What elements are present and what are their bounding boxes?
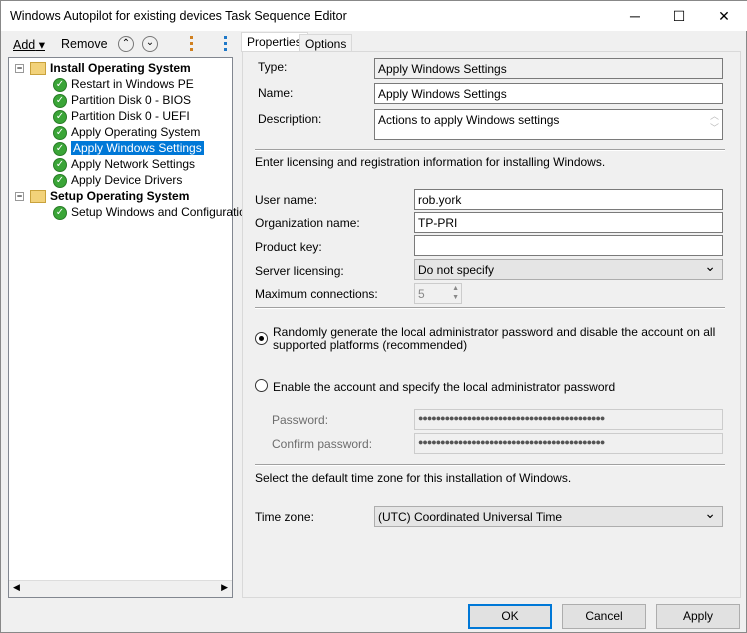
random-password-radio[interactable] <box>255 332 268 345</box>
add-label: Add <box>13 38 36 52</box>
org-label: Organization name: <box>255 216 360 230</box>
maximize-button[interactable]: ☐ <box>656 1 702 31</box>
check-icon: ✓ <box>53 141 67 156</box>
tree-item[interactable]: ✓ Setup Windows and Configuration <box>53 204 252 220</box>
group-label: Setup Operating System <box>50 189 190 203</box>
type-field: Apply Windows Settings <box>374 58 723 79</box>
product-key-input[interactable] <box>414 235 723 256</box>
apply-button[interactable]: Apply <box>656 604 740 629</box>
collapse-toggle-icon[interactable]: − <box>15 64 24 74</box>
remove-button[interactable]: Remove <box>61 37 108 51</box>
check-icon: ✓ <box>53 77 67 92</box>
max-connections-label: Maximum connections: <box>255 287 378 301</box>
collapse-icon[interactable] <box>190 36 204 51</box>
tree-item[interactable]: ✓ Apply Network Settings <box>53 156 195 172</box>
move-down-icon[interactable]: ⌄ <box>142 36 158 52</box>
tree-item[interactable]: ✓ Apply Operating System <box>53 124 200 140</box>
item-label: Apply Device Drivers <box>71 173 183 187</box>
name-label: Name: <box>258 86 294 100</box>
check-icon: ✓ <box>53 125 67 140</box>
password-input[interactable]: ●●●●●●●●●●●●●●●●●●●●●●●●●●●●●●●●●●●●●●●●… <box>414 409 723 430</box>
item-label: Restart in Windows PE <box>71 77 194 91</box>
ok-button[interactable]: OK <box>468 604 552 629</box>
horizontal-scrollbar[interactable]: ◀ ▶ <box>9 580 232 597</box>
tree-item[interactable]: ✓ Restart in Windows PE <box>53 76 194 92</box>
cancel-button[interactable]: Cancel <box>562 604 646 629</box>
textarea-scroll-icon[interactable]: ︿ ﹀ <box>710 110 719 134</box>
random-password-label[interactable]: Randomly generate the local administrato… <box>273 326 728 352</box>
max-connections-stepper[interactable]: 5 ▲ ▼ <box>414 283 462 304</box>
tree-group-setup[interactable]: − Setup Operating System <box>15 188 189 204</box>
description-label: Description: <box>258 112 322 126</box>
minimize-button[interactable]: ─ <box>612 1 658 31</box>
tree-item-selected[interactable]: ✓ Apply Windows Settings <box>53 140 204 156</box>
check-icon: ✓ <box>53 93 67 108</box>
title-bar: Windows Autopilot for existing devices T… <box>1 1 747 31</box>
timezone-dropdown[interactable]: (UTC) Coordinated Universal Time <box>374 506 723 527</box>
separator <box>255 149 725 151</box>
properties-panel: Type: Apply Windows Settings Name: Apply… <box>242 51 741 598</box>
item-label: Partition Disk 0 - UEFI <box>71 109 190 123</box>
password-label: Password: <box>272 413 329 427</box>
tree-item[interactable]: ✓ Apply Device Drivers <box>53 172 182 188</box>
folder-icon <box>30 190 46 204</box>
separator <box>255 307 725 309</box>
description-text: Actions to apply Windows settings <box>378 113 560 127</box>
group-label: Install Operating System <box>50 61 191 75</box>
type-label: Type: <box>258 60 288 74</box>
task-sequence-tree[interactable]: − Install Operating System ✓ Restart in Wi… <box>8 57 252 598</box>
server-licensing-label: Server licensing: <box>255 264 344 278</box>
licensing-intro: Enter licensing and registration informa… <box>255 155 606 169</box>
tab-properties[interactable]: Properties <box>241 32 308 52</box>
check-icon: ✓ <box>53 157 67 172</box>
enable-account-radio[interactable] <box>255 379 268 392</box>
confirm-password-input[interactable]: ●●●●●●●●●●●●●●●●●●●●●●●●●●●●●●●●●●●●●●●●… <box>414 433 723 454</box>
item-label: Apply Operating System <box>71 125 201 139</box>
add-menu-button[interactable]: Add ▾ <box>13 37 45 52</box>
tree-item[interactable]: ✓ Partition Disk 0 - BIOS <box>53 92 191 108</box>
expand-icon[interactable] <box>213 36 227 51</box>
move-up-icon[interactable]: ⌃ <box>118 36 134 52</box>
confirm-password-label: Confirm password: <box>272 437 373 451</box>
timezone-label: Time zone: <box>255 510 314 524</box>
user-name-label: User name: <box>255 193 318 207</box>
close-button[interactable]: ✕ <box>701 1 747 31</box>
org-input[interactable]: TP-PRI <box>414 212 723 233</box>
tree-group-install[interactable]: − Install Operating System <box>15 60 191 76</box>
product-key-label: Product key: <box>255 240 322 254</box>
user-name-input[interactable]: rob.york <box>414 189 723 210</box>
check-icon: ✓ <box>53 173 67 188</box>
separator <box>255 464 725 466</box>
folder-icon <box>30 62 46 76</box>
item-label: Apply Windows Settings <box>71 141 204 155</box>
name-input[interactable]: Apply Windows Settings <box>374 83 723 104</box>
item-label: Setup Windows and Configuration <box>71 205 253 219</box>
item-label: Partition Disk 0 - BIOS <box>71 93 192 107</box>
tab-options[interactable]: Options <box>299 34 353 52</box>
check-icon: ✓ <box>53 109 67 124</box>
server-licensing-dropdown[interactable]: Do not specify <box>414 259 723 280</box>
max-connections-value: 5 <box>418 287 425 301</box>
check-icon: ✓ <box>53 205 67 220</box>
collapse-toggle-icon[interactable]: − <box>15 192 24 202</box>
timezone-intro: Select the default time zone for this in… <box>255 471 572 485</box>
description-textarea[interactable]: Actions to apply Windows settings ︿ ﹀ <box>374 109 723 140</box>
item-label: Apply Network Settings <box>71 157 196 171</box>
tree-item[interactable]: ✓ Partition Disk 0 - UEFI <box>53 108 190 124</box>
enable-account-label[interactable]: Enable the account and specify the local… <box>273 380 615 394</box>
window-title: Windows Autopilot for existing devices T… <box>10 9 347 23</box>
